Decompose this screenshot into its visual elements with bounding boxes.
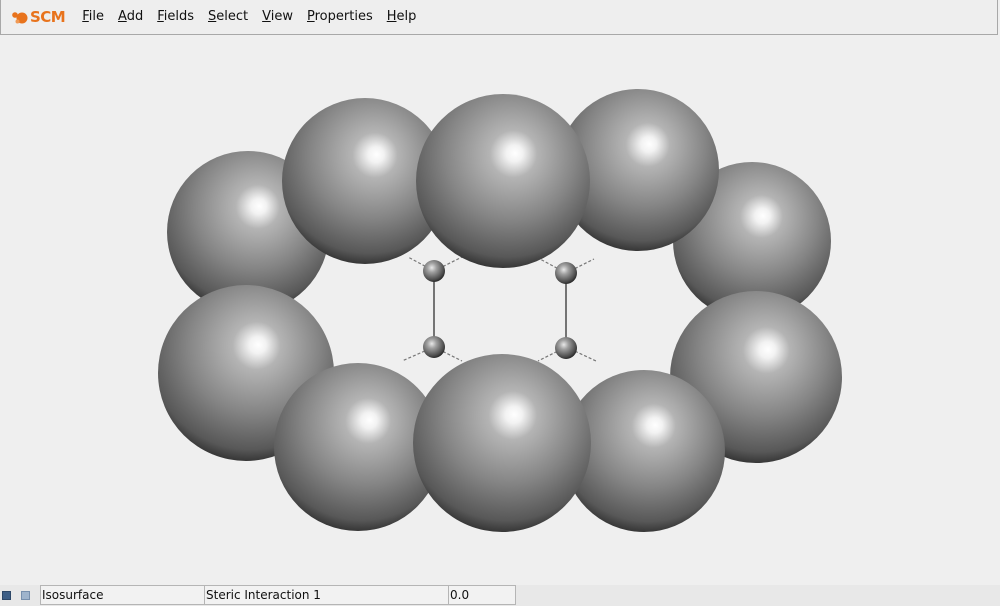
molecule-scene[interactable] <box>0 35 1000 585</box>
menu-file-label: ile <box>88 9 105 24</box>
field-toggle-button[interactable] <box>2 591 11 600</box>
menu-file[interactable]: File <box>75 5 111 29</box>
field-name[interactable]: Steric Interaction 1 <box>204 585 449 605</box>
status-bar: Isosurface Steric Interaction 1 0.0 <box>0 585 1000 606</box>
atom-upper-right[interactable] <box>555 262 577 284</box>
menu-add-label: dd <box>126 9 144 24</box>
atom-lower-right[interactable] <box>555 337 577 359</box>
isosurface-spheres-top[interactable] <box>167 89 831 320</box>
field-value[interactable]: 0.0 <box>448 585 516 605</box>
central-atoms[interactable] <box>423 260 577 359</box>
menu-add-mnemonic: A <box>118 9 127 24</box>
menu-help[interactable]: Help <box>380 5 424 29</box>
sphere-bottom-middle[interactable] <box>413 354 591 532</box>
menu-properties[interactable]: Properties <box>300 5 380 29</box>
menu-properties-label: roperties <box>314 9 373 24</box>
sphere-top-middle[interactable] <box>416 94 590 268</box>
menu-view-mnemonic: V <box>262 9 271 24</box>
menu-fields[interactable]: Fields <box>150 5 201 29</box>
app-window: SCM File Add Fields Select View Properti… <box>0 0 1000 606</box>
menu-bar: SCM File Add Fields Select View Properti… <box>0 0 998 35</box>
scm-logo[interactable]: SCM <box>11 7 66 27</box>
atom-upper-left[interactable] <box>423 260 445 282</box>
logo-text: SCM <box>30 8 66 26</box>
menu-select[interactable]: Select <box>201 5 255 29</box>
scm-logo-icon <box>12 12 28 24</box>
menu-help-mnemonic: H <box>386 9 397 24</box>
isosurface-spheres-bottom[interactable] <box>158 285 842 532</box>
menu-add[interactable]: Add <box>111 5 150 29</box>
menu-help-label: elp <box>396 9 417 24</box>
field-visibility-button[interactable] <box>21 591 30 600</box>
molecule-viewport[interactable] <box>0 35 1000 585</box>
menu-fields-label: ields <box>163 9 195 24</box>
menu-view-label: iew <box>270 9 293 24</box>
atom-lower-left[interactable] <box>423 336 445 358</box>
menu-view[interactable]: View <box>255 5 300 29</box>
menu-properties-mnemonic: P <box>307 9 315 24</box>
field-type[interactable]: Isosurface <box>40 585 205 605</box>
menu-select-label: elect <box>216 9 249 24</box>
